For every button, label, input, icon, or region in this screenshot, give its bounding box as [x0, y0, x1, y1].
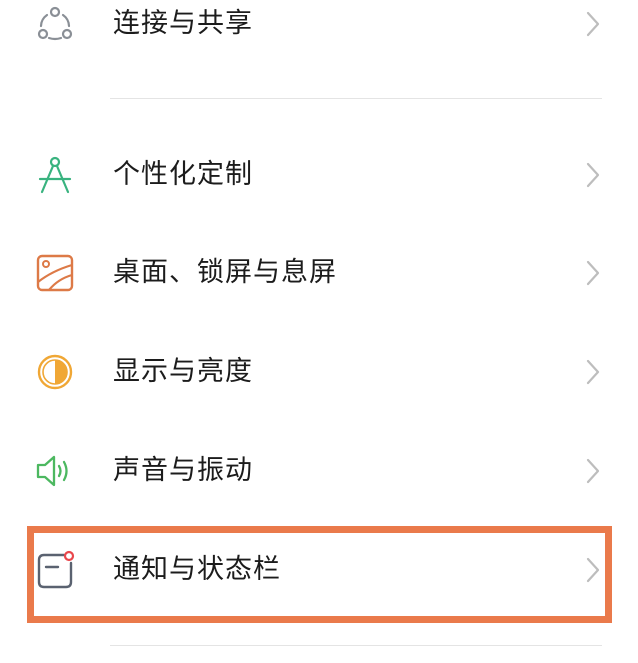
- bottom-divider: [110, 645, 602, 646]
- settings-item-connection-share[interactable]: 连接与共享: [0, 0, 638, 64]
- settings-item-desktop-lockscreen[interactable]: 桌面、锁屏与息屏: [0, 233, 638, 313]
- settings-item-label: 声音与振动: [113, 455, 253, 486]
- chevron-right-icon: [583, 456, 603, 486]
- settings-item-label: 显示与亮度: [113, 356, 253, 387]
- chevron-right-icon: [583, 160, 603, 190]
- connection-share-icon: [34, 4, 76, 44]
- settings-item-display-brightness[interactable]: 显示与亮度: [0, 332, 638, 412]
- chevron-right-icon: [583, 258, 603, 288]
- highlight-box: [27, 526, 612, 623]
- section-divider: [110, 98, 602, 99]
- settings-item-label: 连接与共享: [113, 8, 253, 39]
- chevron-right-icon: [583, 9, 603, 39]
- settings-item-label: 桌面、锁屏与息屏: [113, 257, 337, 288]
- wallpaper-icon: [34, 253, 76, 293]
- settings-item-personalization[interactable]: 个性化定制: [0, 135, 638, 215]
- settings-item-sound-vibration[interactable]: 声音与振动: [0, 431, 638, 511]
- chevron-right-icon: [583, 357, 603, 387]
- settings-item-label: 个性化定制: [113, 159, 253, 190]
- compass-icon: [34, 155, 76, 195]
- brightness-icon: [34, 352, 76, 392]
- speaker-icon: [34, 451, 76, 491]
